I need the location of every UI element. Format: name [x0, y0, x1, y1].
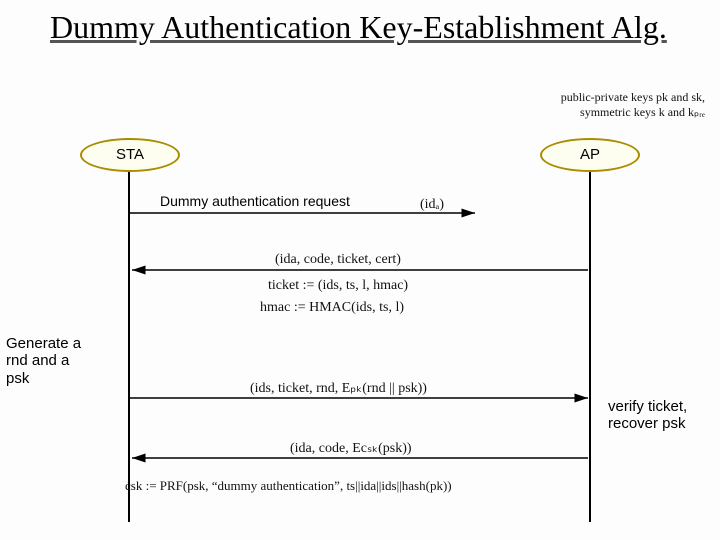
lifeline-ap: [589, 172, 591, 522]
legend-line-2: symmetric keys k and kₚᵣₑ: [561, 105, 705, 120]
note-ap-verify: verify ticket, recover psk: [608, 398, 718, 433]
key-legend: public-private keys pk and sk, symmetric…: [561, 90, 705, 120]
csk-definition: csk := PRF(psk, “dummy authentication”, …: [125, 478, 452, 494]
msg4-payload: (ida, code, Ecₛₖ(psk)): [290, 440, 412, 457]
msg2-hmac-def: hmac := HMAC(ids, ts, l): [260, 300, 404, 316]
actor-ap: AP: [540, 138, 640, 172]
lifeline-sta: [128, 172, 130, 522]
msg1-payload: (idₐ): [420, 197, 444, 213]
slide-title: Dummy Authentication Key-Establishment A…: [50, 8, 667, 46]
msg2-ticket-def: ticket := (ids, ts, l, hmac): [268, 278, 408, 294]
legend-line-1: public-private keys pk and sk,: [561, 90, 705, 105]
note-sta-generate: Generate a rnd and a psk: [6, 335, 96, 387]
msg1-label: Dummy authentication request: [160, 193, 350, 209]
actor-sta: STA: [80, 138, 180, 172]
sequence-arrows: [0, 0, 720, 540]
msg2-payload: (ida, code, ticket, cert): [275, 252, 401, 268]
msg3-payload: (ids, ticket, rnd, Eₚₖ(rnd || psk)): [250, 380, 427, 397]
